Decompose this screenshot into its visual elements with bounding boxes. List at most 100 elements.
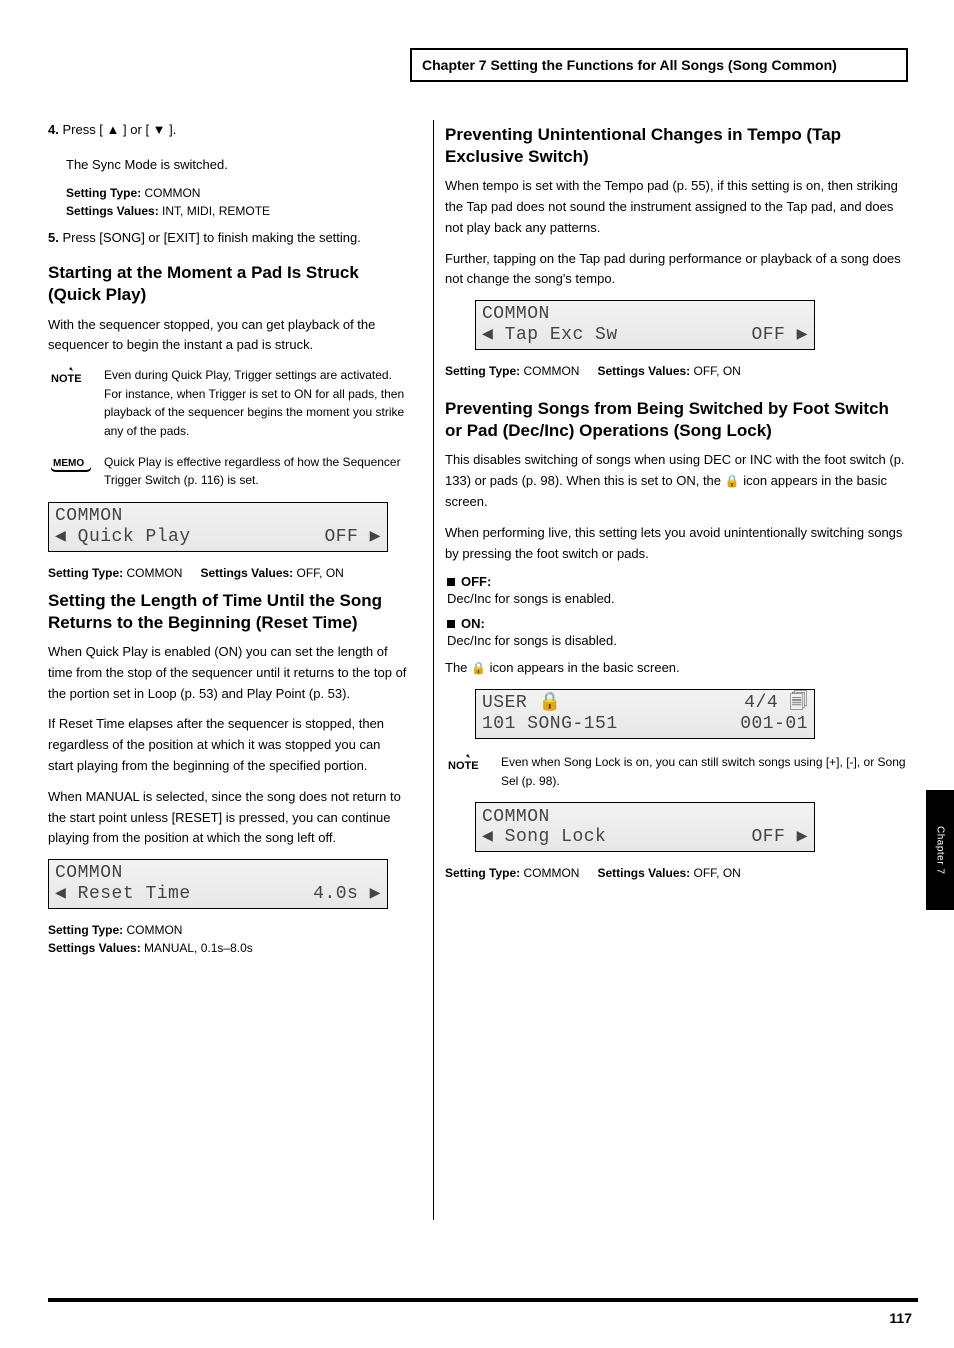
step-text: Press [SONG] or [EXIT] to finish making … — [62, 230, 360, 245]
lcd-line2-right: OFF ▶ — [729, 827, 808, 848]
text: icon appears in the basic screen. — [490, 660, 680, 675]
bullet-item: ON: Dec/Inc for songs is disabled. — [447, 616, 907, 648]
value: INT, MIDI, REMOTE — [162, 204, 270, 218]
lcd-line1: COMMON — [55, 506, 123, 527]
lcd-line1: COMMON — [55, 863, 123, 884]
square-bullet-icon — [447, 578, 455, 586]
up-icon: ▲ — [107, 122, 120, 137]
left-column: 4. Press [ ▲ ] or [ ▼ ]. The Sync Mode i… — [48, 120, 408, 965]
bullet-head: OFF: — [461, 574, 491, 589]
value: COMMON — [523, 866, 579, 880]
svg-text:NOTE: NOTE — [448, 760, 479, 772]
label: Settings Values: — [48, 941, 141, 955]
lock-icon: 🔒 — [725, 474, 740, 488]
right-column: Preventing Unintentional Changes in Temp… — [445, 120, 907, 890]
bullet-item: OFF: Dec/Inc for songs is enabled. — [447, 574, 907, 606]
lcd-screen-reset: COMMON ◀ Reset Time 4.0s ▶ — [48, 859, 388, 909]
step-4: 4. Press [ ▲ ] or [ ▼ ]. — [48, 120, 408, 141]
down-icon: ▼ — [153, 122, 166, 137]
paragraph: When performing live, this setting lets … — [445, 523, 907, 565]
heading-song-lock: Preventing Songs from Being Switched by … — [445, 398, 907, 442]
lcd-screen-quick: COMMON ◀ Quick Play OFF ▶ — [48, 502, 388, 552]
step-number: 4. — [48, 122, 59, 137]
label: Settings Values: — [597, 866, 690, 880]
memo-text: Quick Play is effective regardless of ho… — [104, 453, 408, 490]
lcd-line1: COMMON — [482, 304, 550, 325]
lcd-line2-right: 4.0s ▶ — [302, 884, 381, 905]
lcd-line2-left: ◀ Reset Time — [55, 884, 191, 905]
setting-row: Setting Type: COMMON — [48, 923, 408, 937]
bullet-body: Dec/Inc for songs is disabled. — [447, 633, 907, 648]
svg-text:MEMO: MEMO — [53, 458, 84, 469]
memo-icon: MEMO — [48, 453, 94, 475]
label: Setting Type: — [48, 566, 123, 580]
step-5: 5. Press [SONG] or [EXIT] to finish maki… — [48, 228, 408, 249]
label: Setting Type: — [445, 364, 520, 378]
heading-reset-time: Setting the Length of Time Until the Son… — [48, 590, 408, 634]
step-text: ] or [ — [123, 122, 153, 137]
setting-row: Setting Type: COMMON — [66, 186, 408, 200]
note-text: Even during Quick Play, Trigger settings… — [104, 366, 408, 440]
svg-text:NOTE: NOTE — [51, 373, 82, 385]
paragraph: If Reset Time elapses after the sequence… — [48, 714, 408, 776]
note-icon: NOTE — [48, 366, 94, 388]
value: COMMON — [523, 364, 579, 378]
value: COMMON — [126, 923, 182, 937]
side-tab: Chapter 7 — [926, 790, 954, 910]
step-text: ]. — [169, 122, 176, 137]
footer-rule — [48, 1298, 918, 1302]
lcd-screen-user: USER 🔒4/4 🗐 101 SONG-151001-01 — [475, 689, 815, 739]
lcd-line2-left: ◀ Quick Play — [55, 527, 191, 548]
text: The — [445, 660, 471, 675]
value: OFF, ON — [694, 364, 741, 378]
paragraph: When tempo is set with the Tempo pad (p.… — [445, 176, 907, 238]
setting-row: Setting Type: COMMON Settings Values: OF… — [48, 566, 408, 580]
label: Settings Values: — [597, 364, 690, 378]
lcd-line2-right: OFF ▶ — [302, 527, 381, 548]
paragraph: When Quick Play is enabled (ON) you can … — [48, 642, 408, 704]
label: Setting Type: — [66, 186, 141, 200]
setting-row: Settings Values: INT, MIDI, REMOTE — [66, 204, 408, 218]
column-divider — [433, 120, 434, 1220]
paragraph: When MANUAL is selected, since the song … — [48, 787, 408, 849]
square-bullet-icon — [447, 620, 455, 628]
lcd-line1-right: 4/4 🗐 — [744, 693, 808, 714]
lcd-screen-tap: COMMON ◀ Tap Exc Sw OFF ▶ — [475, 300, 815, 350]
lcd-line2-right: 001-01 — [740, 714, 808, 735]
label: Setting Type: — [48, 923, 123, 937]
note-text: Even when Song Lock is on, you can still… — [501, 753, 907, 790]
lcd-line2-left: ◀ Tap Exc Sw — [482, 325, 618, 346]
note-block: NOTE Even during Quick Play, Trigger set… — [48, 366, 408, 440]
page-number: 117 — [889, 1310, 912, 1326]
step-result: The Sync Mode is switched. — [66, 155, 408, 176]
label: Settings Values: — [200, 566, 293, 580]
value: COMMON — [144, 186, 200, 200]
note-block: NOTE Even when Song Lock is on, you can … — [445, 753, 907, 790]
label: Settings Values: — [66, 204, 159, 218]
setting-row: Setting Type: COMMON Settings Values: OF… — [445, 364, 907, 378]
lcd-line2-right: OFF ▶ — [729, 325, 808, 346]
chapter-title: Chapter 7 Setting the Functions for All … — [410, 48, 908, 82]
lcd-line2-left: ◀ Song Lock — [482, 827, 606, 848]
setting-row: Settings Values: MANUAL, 0.1s–8.0s — [48, 941, 408, 955]
setting-row: Setting Type: COMMON Settings Values: OF… — [445, 866, 907, 880]
heading-tap-exclusive: Preventing Unintentional Changes in Temp… — [445, 124, 907, 168]
value: OFF, ON — [297, 566, 344, 580]
memo-block: MEMO Quick Play is effective regardless … — [48, 453, 408, 490]
paragraph: Further, tapping on the Tap pad during p… — [445, 249, 907, 291]
value: MANUAL, 0.1s–8.0s — [144, 941, 253, 955]
bullet-body: Dec/Inc for songs is enabled. — [447, 591, 907, 606]
label: Setting Type: — [445, 866, 520, 880]
value: COMMON — [126, 566, 182, 580]
value: OFF, ON — [694, 866, 741, 880]
step-number: 5. — [48, 230, 59, 245]
lcd-line2-left: 101 SONG-151 — [482, 714, 618, 735]
heading-quick-play: Starting at the Moment a Pad Is Struck (… — [48, 262, 408, 306]
note-icon: NOTE — [445, 753, 491, 775]
paragraph: The 🔒 icon appears in the basic screen. — [445, 658, 907, 679]
lock-icon: 🔒 — [471, 661, 486, 675]
step-text: Press [ — [62, 122, 106, 137]
lcd-screen-lock: COMMON ◀ Song Lock OFF ▶ — [475, 802, 815, 852]
bullet-head: ON: — [461, 616, 485, 631]
paragraph: This disables switching of songs when us… — [445, 450, 907, 512]
